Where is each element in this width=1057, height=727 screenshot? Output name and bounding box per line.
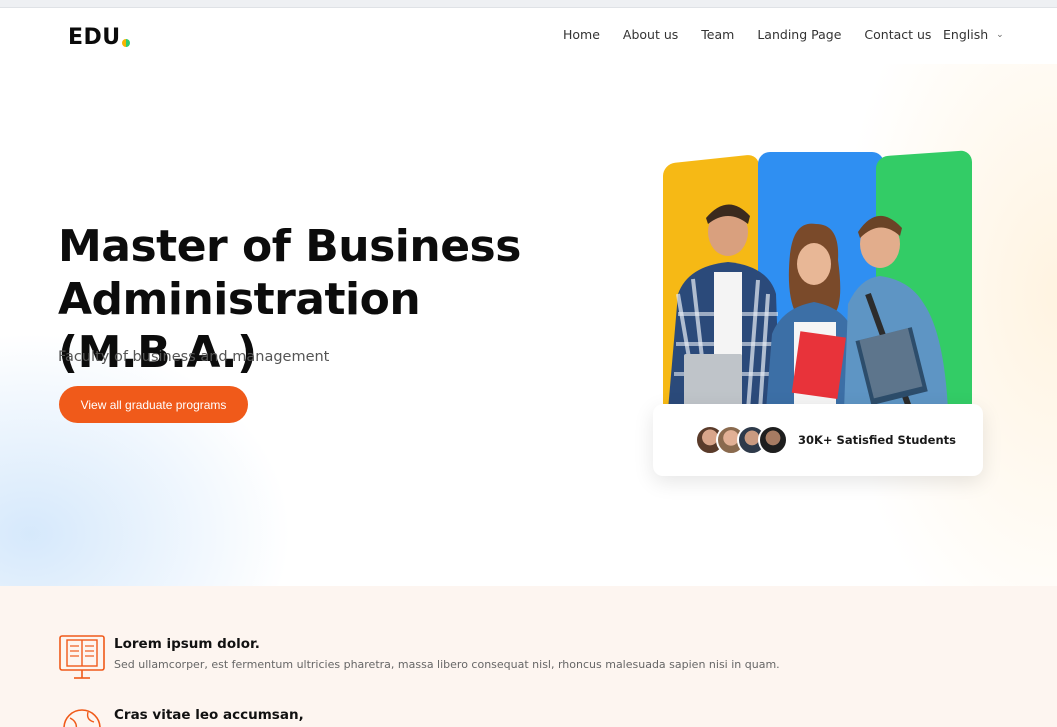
feature-item: Lorem ipsum dolor. Sed ullamcorper, est … [58, 634, 818, 682]
avatar-group [695, 425, 788, 455]
site-header: EDU Home About us Team Landing Page Cont… [0, 8, 1057, 64]
satisfied-students-card: 30K+ Satisfied Students [653, 404, 983, 476]
satisfied-students-text: 30K+ Satisfied Students [798, 433, 956, 447]
globe-icon [63, 709, 101, 727]
feature-title: Cras vitae leo accumsan, [114, 707, 304, 723]
logo-dot-icon [121, 39, 130, 47]
chevron-down-icon: ⌄ [996, 29, 1004, 40]
language-label: English [943, 27, 989, 42]
nav-team[interactable]: Team [701, 27, 734, 42]
features-section: Lorem ipsum dolor. Sed ullamcorper, est … [0, 586, 1057, 727]
avatar [758, 425, 788, 455]
nav-about-us[interactable]: About us [623, 27, 678, 42]
students-photo [668, 204, 948, 410]
hero-subtitle: Faculty of business and management [58, 349, 330, 365]
site-logo[interactable]: EDU [68, 25, 130, 50]
browser-top-strip [0, 0, 1057, 8]
feature-description: Sed ullamcorper, est fermentum ultricies… [114, 658, 780, 671]
language-selector[interactable]: English ⌄ [943, 27, 1004, 42]
feature-item: Cras vitae leo accumsan, [58, 704, 818, 727]
main-nav: Home About us Team Landing Page Contact … [563, 27, 954, 42]
nav-landing-page[interactable]: Landing Page [757, 27, 841, 42]
nav-home[interactable]: Home [563, 27, 600, 42]
view-graduate-programs-button[interactable]: View all graduate programs [59, 386, 248, 423]
hero-section: Master of Business Administration (M.B.A… [0, 64, 1057, 586]
nav-contact-us[interactable]: Contact us [864, 27, 931, 42]
feature-title: Lorem ipsum dolor. [114, 636, 260, 652]
logo-text: EDU [68, 25, 121, 50]
book-icon [59, 635, 105, 679]
